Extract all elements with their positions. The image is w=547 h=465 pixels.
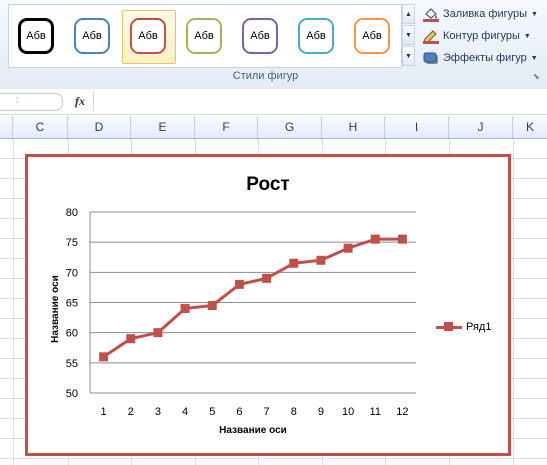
x-tick-label: 6 (236, 406, 242, 418)
fx-icon: fx (75, 94, 85, 108)
x-tick-label: 1 (101, 406, 107, 418)
shape-style-2[interactable]: Абв (74, 18, 110, 54)
data-point (234, 279, 244, 289)
shape-outline-button[interactable]: Контур фигуры ▼ (422, 27, 531, 45)
shape-outline-label: Контур фигуры (443, 30, 520, 42)
data-point (316, 255, 326, 265)
shape-style-label: Абв (250, 30, 270, 42)
chart-area[interactable]: Рост 50 55 60 65 70 75 80 1 2 3 4 5 6 7 8 9 10 11 12 Назва… (25, 154, 511, 456)
grid-column-line (513, 139, 514, 465)
gallery-down-button[interactable]: ▼ (402, 25, 415, 45)
column-headers: C D E F G H I J K (0, 116, 547, 139)
data-point (397, 234, 407, 244)
data-point (126, 334, 136, 344)
shape-style-7[interactable]: Абв (354, 18, 390, 54)
shape-effects-icon (422, 50, 440, 66)
shape-style-1[interactable]: Абв (18, 18, 54, 54)
data-point (180, 304, 190, 314)
data-point (289, 258, 299, 268)
gallery-up-button[interactable]: ▲ (402, 4, 415, 24)
grid-row-line (0, 458, 547, 459)
formula-input[interactable] (93, 91, 547, 111)
y-tick-label: 70 (66, 267, 78, 279)
shape-styles-gallery: Абв Абв Абв Абв Абв Абв Абв (8, 4, 402, 68)
shape-style-5[interactable]: Абв (242, 18, 278, 54)
x-tick-label: 8 (291, 406, 297, 418)
x-tick-label: 9 (318, 406, 324, 418)
y-axis-title[interactable]: Название оси (50, 259, 62, 359)
y-tick-label: 55 (66, 358, 78, 370)
plot-area[interactable]: 505560657075801 2 3 4 5 6 7 8 9 10 11 12 (28, 157, 508, 453)
data-point (343, 243, 353, 253)
shape-style-4[interactable]: Абв (186, 18, 222, 54)
y-tick-label: 65 (66, 298, 78, 310)
dropdown-arrow-icon: ▼ (523, 32, 531, 40)
data-point (370, 234, 380, 244)
gallery-more-button[interactable]: ▼ (402, 46, 415, 66)
legend-key (436, 322, 462, 332)
data-point (207, 301, 217, 311)
shape-style-3[interactable]: Абв (130, 18, 166, 54)
group-label: Стили фигур (0, 70, 547, 82)
y-tick-label: 60 (66, 328, 78, 340)
chart-legend[interactable]: Ряд1 (436, 321, 491, 333)
x-tick-label: 3 (155, 406, 161, 418)
formula-bar: ⁞ fx (0, 89, 547, 115)
paint-bucket-icon (422, 6, 440, 22)
shape-style-label: Абв (82, 30, 102, 42)
y-tick-label: 80 (66, 207, 78, 219)
column-header[interactable]: H (322, 116, 385, 138)
group-label-text: Стили фигур (232, 70, 299, 82)
grip-icon[interactable]: ⁞ (16, 96, 22, 106)
ribbon: Абв Абв Абв Абв Абв Абв Абв ▲ ▼ ▼ Заливк… (0, 0, 547, 90)
data-point (153, 328, 163, 338)
column-header[interactable]: G (258, 116, 322, 138)
shape-style-label: Абв (362, 30, 382, 42)
x-tick-label: 5 (209, 406, 215, 418)
shape-style-label: Абв (194, 30, 214, 42)
data-point (262, 273, 272, 283)
chevron-down-icon: ▼ (405, 31, 412, 39)
x-tick-label: 2 (128, 406, 134, 418)
x-tick-label: 4 (182, 406, 188, 418)
shape-fill-label: Заливка фигуры (443, 8, 528, 20)
select-all-corner[interactable] (0, 116, 13, 138)
dropdown-arrow-icon: ▼ (531, 10, 538, 18)
column-header[interactable]: K (513, 116, 547, 138)
insert-function-button[interactable]: fx (75, 94, 85, 109)
more-icon: ▼ (405, 52, 412, 60)
shape-style-label: Абв (138, 30, 158, 42)
column-header[interactable]: J (449, 116, 513, 138)
shape-style-label: Абв (26, 30, 46, 42)
dropdown-arrow-icon: ▼ (530, 54, 538, 62)
shape-effects-label: Эффекты фигур (443, 52, 527, 64)
shape-fill-button[interactable]: Заливка фигуры ▼ (422, 5, 538, 23)
legend-label: Ряд1 (466, 321, 492, 333)
x-axis-title[interactable]: Название оси (88, 425, 418, 436)
x-tick-label: 10 (342, 406, 354, 418)
data-point (99, 352, 109, 362)
chevron-up-icon: ▲ (405, 10, 412, 18)
column-header[interactable]: D (68, 116, 131, 138)
x-tick-label: 12 (396, 406, 408, 418)
column-header[interactable]: F (195, 116, 258, 138)
y-tick-label: 50 (66, 388, 78, 400)
series-line (102, 237, 403, 359)
column-header[interactable]: C (13, 116, 68, 138)
shape-style-6[interactable]: Абв (298, 18, 334, 54)
column-header[interactable]: E (131, 116, 195, 138)
name-box[interactable] (0, 93, 63, 111)
shape-effects-button[interactable]: Эффекты фигур ▼ (422, 49, 538, 67)
column-header[interactable]: I (385, 116, 449, 138)
grid-column-line (13, 139, 14, 465)
y-tick-label: 75 (66, 237, 78, 249)
gallery-scroll: ▲ ▼ ▼ (402, 4, 415, 66)
pencil-icon (422, 28, 440, 44)
shape-style-label: Абв (306, 30, 326, 42)
x-tick-label: 11 (370, 406, 381, 418)
dialog-launcher-icon[interactable]: ⬊ (533, 73, 541, 81)
x-tick-label: 7 (264, 406, 270, 418)
